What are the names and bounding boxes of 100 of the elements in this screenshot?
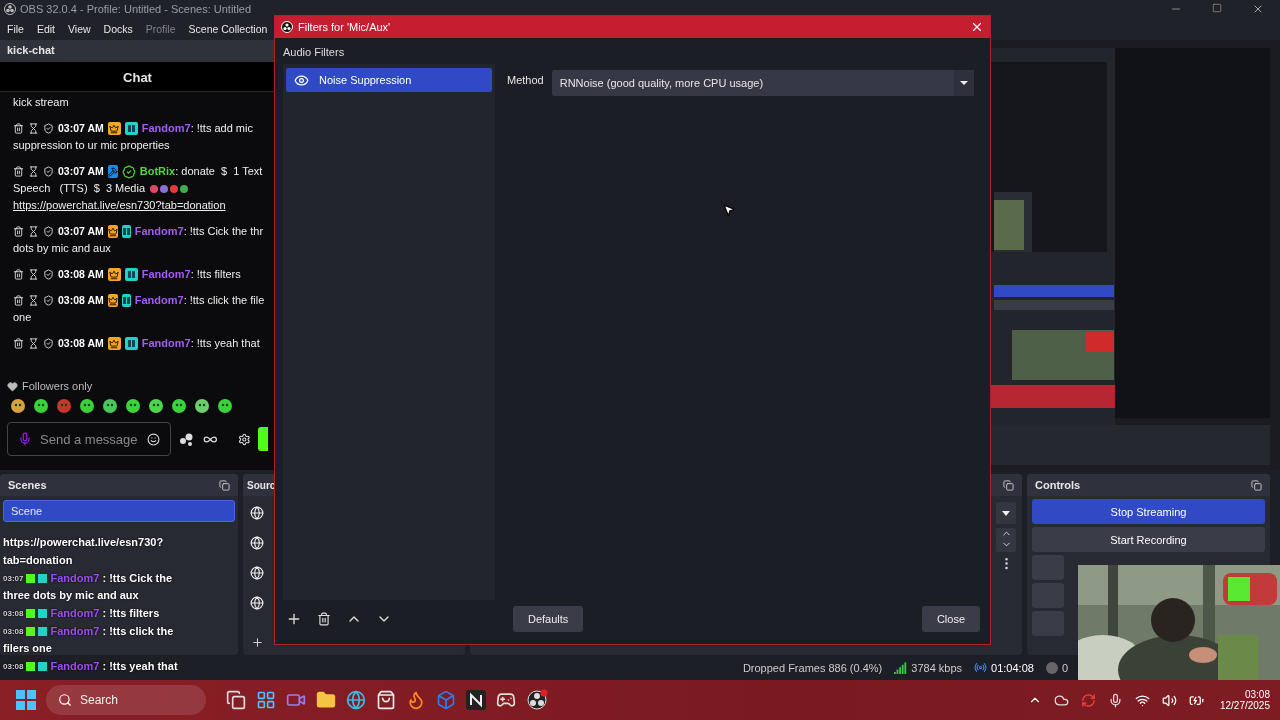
- shield-icon[interactable]: [43, 166, 54, 177]
- shield-icon[interactable]: [43, 295, 54, 306]
- close-icon[interactable]: [1252, 3, 1264, 15]
- gamepad-icon[interactable]: [496, 690, 516, 710]
- box-icon[interactable]: [436, 690, 456, 710]
- dock-title: Controls: [1035, 479, 1081, 491]
- record-icon: [1045, 661, 1058, 674]
- sync-icon[interactable]: [1080, 692, 1096, 708]
- hourglass-icon[interactable]: [28, 226, 39, 237]
- menu-item[interactable]: View: [61, 23, 97, 35]
- windows-icon[interactable]: [16, 690, 36, 710]
- overlay-time: 03:08: [3, 626, 24, 638]
- username[interactable]: Fandom7: [141, 266, 191, 283]
- emote-icon: [10, 398, 26, 414]
- method-select[interactable]: RNNoise (good quality, more CPU usage): [551, 70, 974, 96]
- message-text: : donate $ 1 Text: [175, 164, 263, 179]
- menu-item[interactable]: File: [0, 23, 30, 35]
- wifi-icon[interactable]: [1134, 692, 1150, 708]
- flame-icon[interactable]: [406, 690, 426, 710]
- window-title: OBS 32.0.4 - Profile: Untitled - Scenes: Untitled: [20, 3, 252, 15]
- username[interactable]: Fandom7: [141, 335, 191, 352]
- filter-item[interactable]: Noise Suppression: [286, 68, 492, 92]
- app-logo-icon[interactable]: [526, 689, 548, 711]
- volume-icon[interactable]: [1161, 692, 1177, 708]
- hourglass-icon[interactable]: [28, 338, 39, 349]
- search-field[interactable]: Search: [46, 685, 206, 715]
- username[interactable]: Fandom7: [134, 223, 184, 240]
- app-logo-icon: [4, 3, 16, 15]
- message-field[interactable]: Send a message: [7, 422, 172, 456]
- overlay-time: 03:07: [3, 573, 24, 585]
- delete-icon[interactable]: [13, 226, 24, 237]
- search-icon: [58, 693, 72, 707]
- scene-item[interactable]: Scene: [3, 500, 235, 522]
- username[interactable]: Fandom7: [141, 120, 191, 137]
- delete-icon[interactable]: [13, 295, 24, 306]
- mic-icon: [18, 432, 32, 446]
- caret-icon[interactable]: [996, 502, 1016, 524]
- menu-item[interactable]: Edit: [29, 23, 61, 35]
- shield-icon[interactable]: [43, 123, 54, 134]
- emoji-icon[interactable]: [147, 432, 161, 446]
- mic-icon[interactable]: [1107, 692, 1123, 708]
- badge-icon: [124, 337, 138, 350]
- eye-icon[interactable]: [294, 72, 309, 88]
- donation-link[interactable]: https://powerchat.live/esn730?tab=donation: [13, 197, 226, 214]
- shield-icon[interactable]: [43, 338, 54, 349]
- message-time: 03:08 AM: [58, 267, 104, 282]
- maximize-icon[interactable]: [1212, 3, 1222, 13]
- add-icon[interactable]: [251, 636, 264, 649]
- message-time: 03:07 AM: [58, 224, 104, 239]
- settings-icon[interactable]: [237, 432, 251, 446]
- message-text: kick stream: [13, 95, 69, 110]
- store-icon[interactable]: [376, 690, 396, 710]
- message-text: : !tts click the file: [183, 293, 265, 308]
- badge-icon: [38, 662, 48, 671]
- globe-icon: [250, 596, 264, 610]
- task-view-icon[interactable]: [226, 690, 246, 710]
- cloud-icon[interactable]: [1053, 692, 1069, 708]
- dots-icon[interactable]: [179, 432, 195, 446]
- overlay-text: https://powerchat.live/esn730?: [3, 535, 164, 550]
- widgets-icon[interactable]: [256, 690, 276, 710]
- username[interactable]: Fandom7: [134, 292, 184, 309]
- browser-icon[interactable]: [346, 690, 366, 710]
- shield-icon[interactable]: [43, 226, 54, 237]
- dropped-frames: Dropped Frames 886 (0.4%): [742, 661, 883, 674]
- message-text: Speech (TTS) $ 3 Media: [13, 181, 146, 196]
- globe-icon: [250, 566, 264, 580]
- menu-item[interactable]: Scene Collection: [181, 23, 274, 35]
- message-text: : !tts add mic: [190, 121, 253, 136]
- delete-icon[interactable]: [13, 269, 24, 280]
- shield-icon[interactable]: [43, 269, 54, 280]
- hourglass-icon[interactable]: [28, 166, 39, 177]
- clock-date[interactable]: 12/27/2025: [1219, 700, 1270, 711]
- undock-icon[interactable]: [1003, 479, 1014, 491]
- folder-icon[interactable]: [316, 690, 336, 710]
- chat-header: Chat: [0, 62, 275, 92]
- menu-item[interactable]: Docks: [96, 23, 139, 35]
- crown-icon: [107, 122, 121, 135]
- crown-icon: [107, 337, 121, 350]
- overlay-text: : !tts Cick the: [101, 571, 173, 586]
- defaults-button[interactable]: Defaults: [513, 606, 584, 632]
- close-icon[interactable]: [970, 20, 984, 34]
- app-icon[interactable]: [466, 690, 486, 710]
- overlay-text: : !tts click the: [101, 624, 174, 639]
- close-button[interactable]: Close: [921, 606, 980, 632]
- hourglass-icon[interactable]: [28, 295, 39, 306]
- emote-icon: [148, 398, 164, 414]
- delete-icon[interactable]: [13, 338, 24, 349]
- delete-icon[interactable]: [13, 123, 24, 134]
- caret-icon: [954, 70, 974, 96]
- clock-time[interactable]: 03:08: [1244, 689, 1270, 700]
- hourglass-icon[interactable]: [28, 123, 39, 134]
- stream-time: 01:04:08: [991, 661, 1034, 674]
- emote-icon: [194, 398, 210, 414]
- undock-icon[interactable]: [1251, 479, 1262, 491]
- control-button[interactable]: Stop Streaming: [1032, 499, 1265, 524]
- delete-icon[interactable]: [13, 166, 24, 177]
- control-button[interactable]: Start Recording: [1032, 527, 1265, 552]
- crown-icon: [107, 268, 121, 281]
- hourglass-icon[interactable]: [28, 269, 39, 280]
- undock-icon[interactable]: [219, 479, 230, 491]
